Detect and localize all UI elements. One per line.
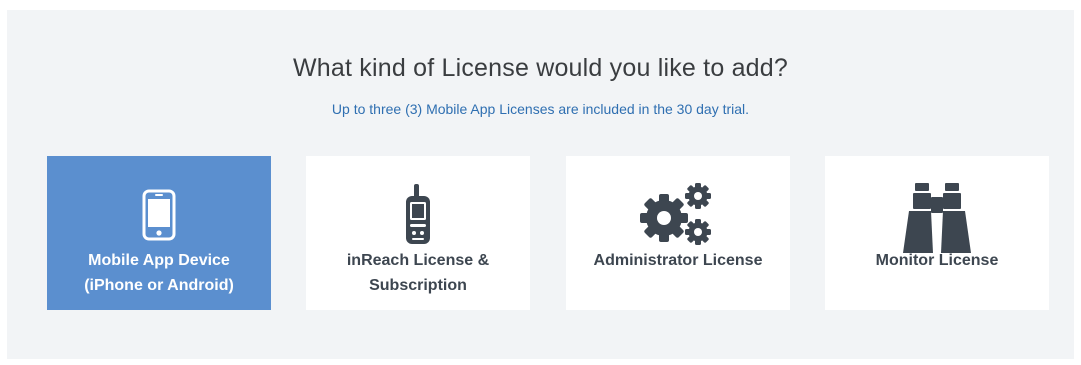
gps-device-icon [306,184,530,246]
card-label: inReach License & Subscription [306,248,530,298]
mobile-phone-icon [47,189,271,241]
trial-note: Up to three (3) Mobile App Licenses are … [331,101,750,117]
license-option-monitor[interactable]: Monitor License [825,156,1049,310]
card-label: Administrator License [566,248,790,273]
label-line-2: (iPhone or Android) [84,277,234,294]
card-label: Mobile App Device (iPhone or Android) [47,248,271,298]
card-label: Monitor License [825,248,1049,273]
binoculars-icon [825,183,1049,253]
label-line-1: Monitor License [875,252,999,269]
label-line-1: inReach License & [346,252,490,269]
label-line-1: Mobile App Device [88,252,230,269]
gears-icon [566,180,790,250]
license-option-mobile-app-device[interactable]: Mobile App Device (iPhone or Android) [47,156,271,310]
license-option-inreach[interactable]: inReach License & Subscription [306,156,530,310]
license-options: Mobile App Device (iPhone or Android) in… [47,156,1049,310]
label-line-2: Subscription [369,277,467,294]
page-title: What kind of License would you like to a… [292,54,788,82]
license-option-administrator[interactable]: Administrator License [566,156,790,310]
license-selection-panel: What kind of License would you like to a… [7,10,1074,359]
label-line-1: Administrator License [593,252,763,269]
